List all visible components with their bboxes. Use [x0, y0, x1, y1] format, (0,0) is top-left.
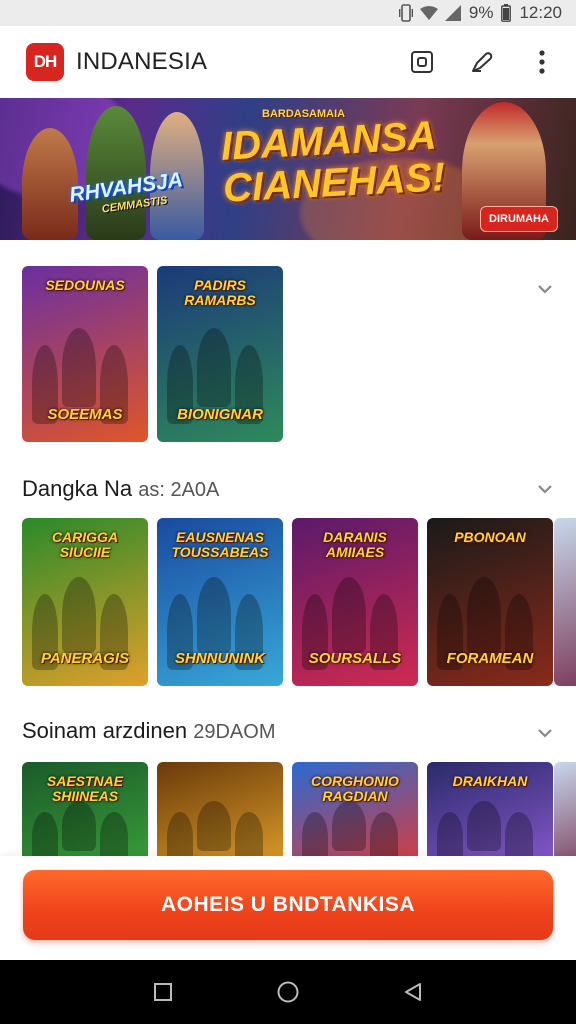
app-bar: DH INDANESIA — [0, 26, 576, 98]
card-title-bottom: FORAMEAN — [446, 650, 534, 667]
card-character-figure — [32, 812, 58, 862]
card-character-figure — [467, 577, 501, 653]
game-card[interactable]: EAUSNENAS TOUSSABEAS SHNNUNINK — [157, 518, 283, 686]
game-card-partial[interactable] — [554, 518, 576, 686]
section-subtitle: 29DAOM — [193, 721, 276, 743]
section-title-text: Dangka Na — [22, 476, 133, 501]
clock: 12:20 — [519, 3, 562, 22]
section-2: Dangka Na as: 2A0A CARIGGA SIUCIIE PANERA… — [0, 460, 576, 700]
card-title-bottom: SHNNUNINK — [175, 650, 265, 667]
card-character-figure — [197, 801, 231, 851]
game-card[interactable]: PADIRS RAMARBS BIONIGNAR — [157, 266, 283, 442]
section-subtitle: as: 2A0A — [138, 479, 220, 501]
banner-headline: IDAMANSA CIANEHAS! — [220, 114, 446, 211]
card-character-figure — [167, 812, 193, 862]
wifi-icon — [419, 6, 438, 20]
card-character-figure — [62, 577, 96, 653]
card-title-top: EAUSNENAS TOUSSABEAS — [171, 529, 269, 560]
game-card[interactable]: CARIGGA SIUCIIE PANERAGIS — [22, 518, 148, 686]
card-title-top: CARIGGA SIUCIIE — [51, 529, 119, 560]
card-title-bottom: BIONIGNAR — [177, 406, 263, 423]
battery-icon — [501, 4, 512, 22]
back-icon[interactable] — [400, 979, 426, 1005]
card-character-figure — [302, 812, 328, 862]
card-title-top: PADIRS RAMARBS — [184, 277, 256, 308]
status-icons — [398, 4, 461, 22]
card-title-top: DARANIS AMIIAES — [323, 529, 387, 560]
cta-button[interactable]: AOHEIS U BNDTANKISA — [23, 870, 553, 940]
card-character-figure — [197, 577, 231, 653]
section-featured: SEDOUNAS SOEEMAS PADIRS RAMARBS BIONIGNAR — [0, 240, 576, 450]
chevron-down-icon[interactable] — [536, 724, 554, 742]
card-character-figure — [197, 328, 231, 407]
section-3: Soinam arzdinen 29DAOM SAESTNAE SHIINEAS… — [0, 706, 576, 872]
card-title-top: SAESTNAE SHIINEAS — [46, 773, 124, 804]
card-character-figure — [332, 577, 366, 653]
recents-icon[interactable] — [150, 979, 176, 1005]
home-icon[interactable] — [275, 979, 301, 1005]
battery-percent: 9% — [468, 3, 494, 22]
more-options-icon[interactable] — [528, 48, 556, 76]
chevron-down-icon[interactable] — [536, 480, 554, 498]
card-character-figure — [235, 812, 263, 862]
status-bar: 9% 12:20 — [0, 0, 576, 26]
system-nav-bar — [0, 960, 576, 1024]
section-title: Dangka Na as: 2A0A — [22, 476, 219, 502]
card-title-top: CORGHONIO RAGDIAN — [311, 773, 399, 804]
card-character-figure — [505, 812, 533, 862]
chevron-down-icon[interactable] — [536, 280, 554, 298]
cta-container: AOHEIS U BNDTANKISA — [0, 856, 576, 960]
app-title: INDANESIA — [76, 48, 208, 75]
banner-button[interactable]: DIRUMAHA — [480, 206, 558, 232]
app-logo[interactable]: DH — [26, 43, 64, 81]
game-card[interactable]: SEDOUNAS SOEEMAS — [22, 266, 148, 442]
card-title-bottom: PANERAGIS — [40, 650, 130, 667]
card-character-figure — [437, 812, 463, 862]
edit-icon[interactable] — [468, 48, 496, 76]
card-title-bottom: SOEEMAS — [47, 406, 123, 423]
camera-icon[interactable] — [408, 48, 436, 76]
card-character-figure — [467, 801, 501, 851]
card-character-figure — [370, 812, 398, 862]
banner-hero-figure — [86, 106, 146, 240]
game-card[interactable]: DARANIS AMIIAES SOURSALLS — [292, 518, 418, 686]
section-title: Soinam arzdinen 29DAOM — [22, 718, 275, 744]
card-title-bottom: SOURSALLS — [308, 650, 402, 667]
card-character-figure — [332, 801, 366, 851]
section-title-text: Soinam arzdinen — [22, 718, 188, 743]
vibrate-icon — [398, 4, 413, 22]
app-actions — [408, 48, 556, 76]
card-title-top: PBONOAN — [454, 529, 526, 545]
card-character-figure — [62, 328, 96, 407]
card-title-top: SEDOUNAS — [45, 277, 125, 293]
signal-icon — [444, 5, 461, 21]
game-card[interactable]: PBONOAN FORAMEAN — [427, 518, 553, 686]
card-title-top: DRAIKHAN — [452, 773, 528, 789]
promo-banner[interactable]: RHVAHSJA CEMMASTIS BARDASAMAIA IDAMANSA … — [0, 98, 576, 240]
card-character-figure — [100, 812, 128, 862]
card-character-figure — [62, 801, 96, 851]
